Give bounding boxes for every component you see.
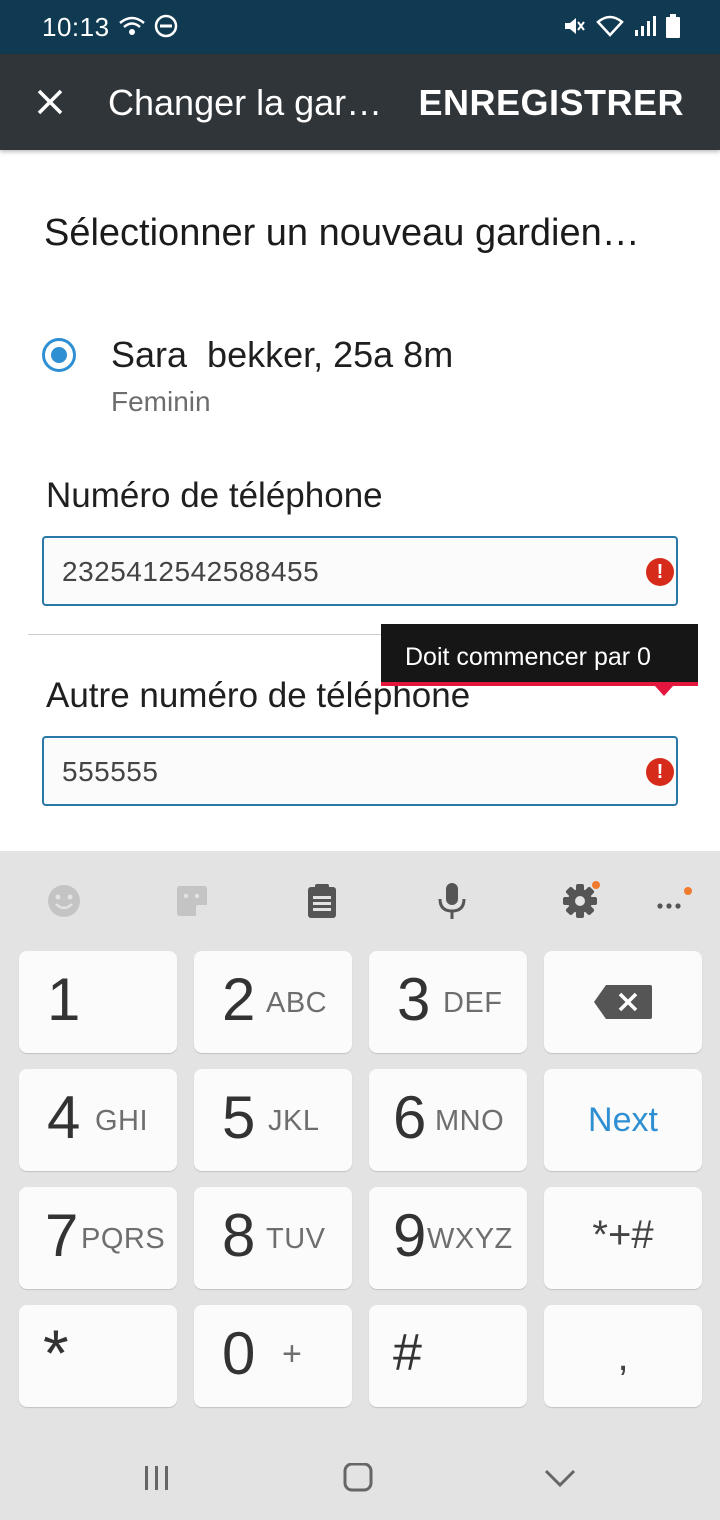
phone-label: Numéro de téléphone (46, 476, 383, 515)
section-heading: Sélectionner un nouveau gardien… (44, 212, 640, 254)
navigation-bar (0, 1431, 720, 1520)
back-chevron-down-icon[interactable] (540, 1463, 580, 1493)
guardian-gender: Feminin (111, 386, 211, 417)
app-toolbar: Changer la gar… ENREGISTRER (0, 54, 720, 150)
emoji-icon[interactable] (44, 881, 84, 921)
symbols-key[interactable]: *+# (544, 1187, 702, 1289)
numeric-keyboard: 1 2 ABC 3 DEF 4 GHI 5 JKL 6 MNO Next 7 P… (0, 851, 720, 1431)
home-icon[interactable] (338, 1463, 378, 1493)
star-key[interactable]: * (19, 1305, 177, 1407)
error-icon[interactable]: ! (646, 758, 674, 786)
hash-key[interactable]: # (369, 1305, 527, 1407)
status-bar: 10:13 (0, 0, 720, 54)
key-9[interactable]: 9 WXYZ (369, 1187, 527, 1289)
guardian-option[interactable]: Sara bekker, 25a 8m Feminin (40, 330, 680, 430)
signal-icon (635, 16, 656, 36)
key-7[interactable]: 7 PQRS (19, 1187, 177, 1289)
close-icon[interactable] (30, 82, 70, 122)
radio-selected-dot (51, 347, 67, 363)
clipboard-icon[interactable] (302, 881, 342, 921)
key-6[interactable]: 6 MNO (369, 1069, 527, 1171)
mute-icon (565, 18, 585, 34)
wifi-call-icon (119, 16, 145, 35)
other-phone-value: 555555 (62, 756, 159, 787)
recent-apps-icon[interactable] (137, 1463, 177, 1493)
error-tooltip: Doit commencer par 0 (381, 624, 698, 686)
tooltip-pointer (655, 686, 673, 696)
more-icon[interactable] (652, 881, 692, 921)
phone-value: 2325412542588455 (62, 556, 320, 587)
phone-field[interactable]: 2325412542588455 ! (42, 536, 678, 606)
key-5[interactable]: 5 JKL (194, 1069, 352, 1171)
other-phone-field[interactable]: 555555 ! (42, 736, 678, 806)
battery-icon (666, 14, 680, 38)
key-1[interactable]: 1 (19, 951, 177, 1053)
key-0[interactable]: 0 + (194, 1305, 352, 1407)
settings-icon[interactable] (560, 881, 600, 921)
page-title: Changer la gar… (108, 82, 383, 123)
sticker-icon[interactable] (172, 881, 212, 921)
wifi-icon (596, 15, 624, 37)
key-4[interactable]: 4 GHI (19, 1069, 177, 1171)
keyboard-toolbar (0, 851, 720, 951)
error-icon[interactable]: ! (646, 558, 674, 586)
next-key[interactable]: Next (544, 1069, 702, 1171)
backspace-icon (594, 985, 652, 1019)
microphone-icon[interactable] (432, 881, 472, 921)
radio-button[interactable] (42, 338, 76, 372)
key-2[interactable]: 2 ABC (194, 951, 352, 1053)
status-time: 10:13 (42, 12, 110, 42)
do-not-disturb-icon (154, 14, 178, 38)
save-button[interactable]: ENREGISTRER (418, 82, 684, 124)
key-8[interactable]: 8 TUV (194, 1187, 352, 1289)
backspace-key[interactable] (544, 951, 702, 1053)
guardian-name: Sara bekker, 25a 8m (111, 334, 454, 375)
comma-key[interactable]: , (544, 1305, 702, 1407)
key-3[interactable]: 3 DEF (369, 951, 527, 1053)
